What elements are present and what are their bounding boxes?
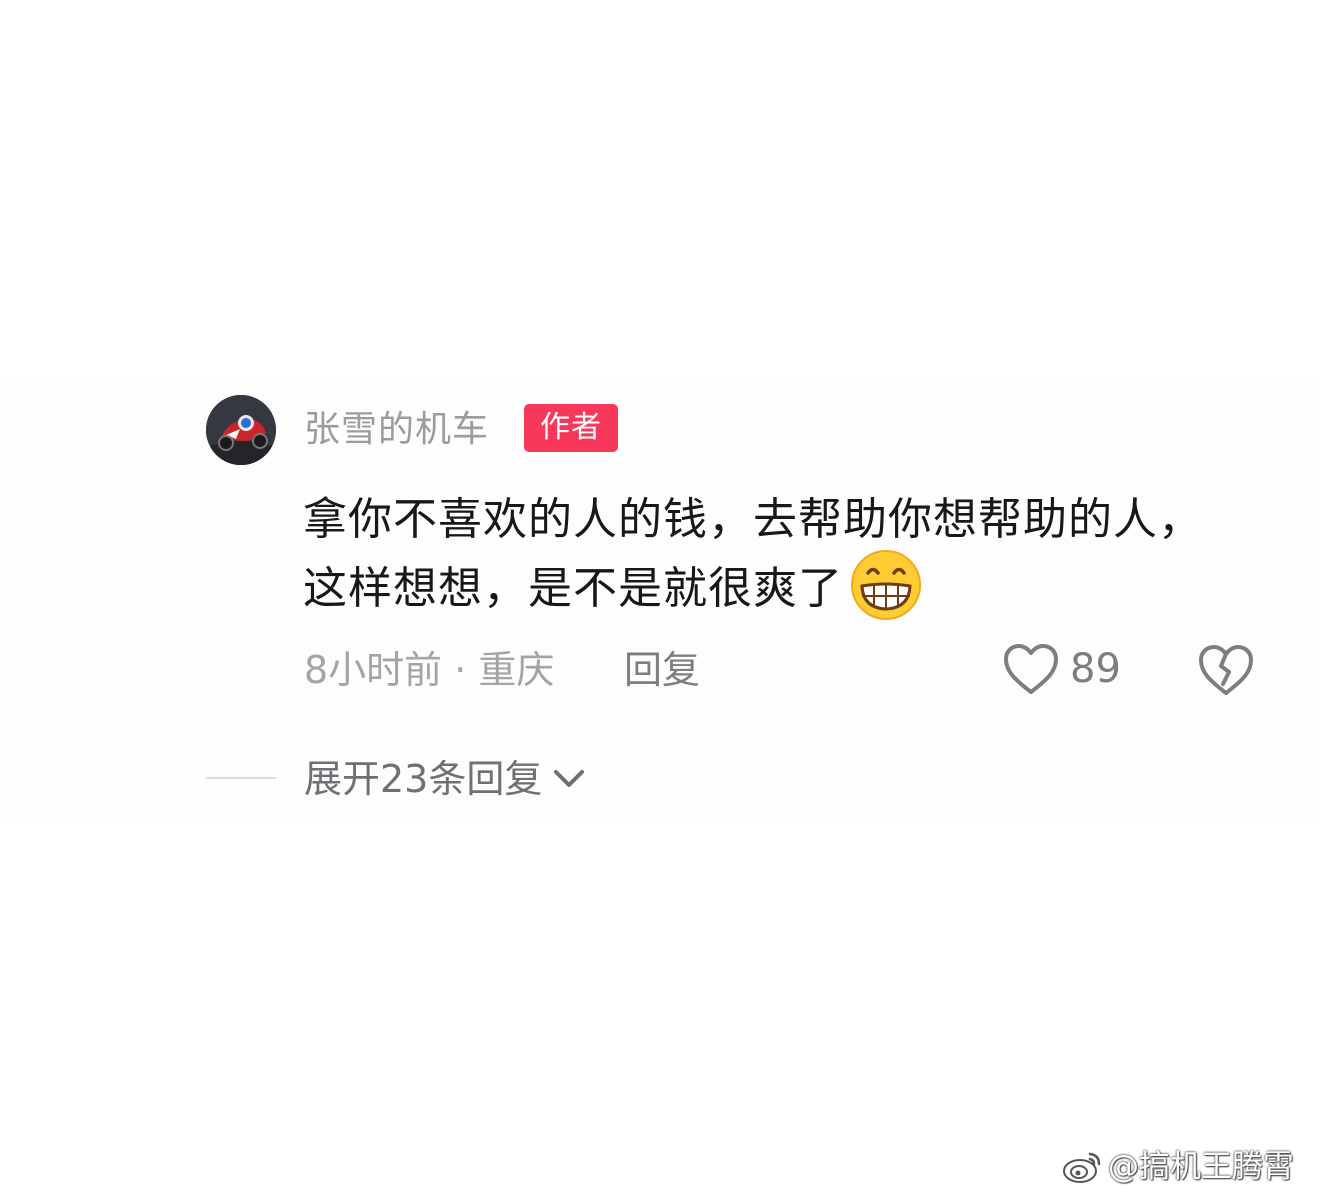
comment-text-line-2: 这样想想，是不是就很爽了 xyxy=(303,550,1283,628)
reply-button[interactable]: 回复 xyxy=(624,644,700,696)
watermark-text: @搞机王腾霄 xyxy=(1108,1149,1294,1185)
page: 张雪的机车 作者 拿你不喜欢的人的钱，去帮助你想帮助的人， 这样想想，是不是就很… xyxy=(0,0,1320,1197)
comment-username[interactable]: 张雪的机车 xyxy=(304,405,489,455)
user-avatar[interactable] xyxy=(206,395,276,465)
chevron-down-icon xyxy=(554,770,585,787)
watermark: @搞机王腾霄 xyxy=(1062,1146,1294,1188)
expand-replies-label: 展开23条回复 xyxy=(304,757,543,801)
dislike-button[interactable] xyxy=(1196,639,1256,699)
comment-text-line-1: 拿你不喜欢的人的钱，去帮助你想帮助的人， xyxy=(303,494,1203,545)
broken-heart-icon xyxy=(1199,645,1253,695)
grinning-face-emoji-icon xyxy=(851,550,921,620)
expand-divider-line xyxy=(206,777,276,779)
weibo-logo-icon xyxy=(1063,1152,1101,1183)
like-button[interactable]: 89 xyxy=(1002,639,1121,699)
comment-body: 拿你不喜欢的人的钱，去帮助你想帮助的人， 这样想想，是不是就很爽了 xyxy=(303,486,1283,628)
heart-outline-icon xyxy=(1004,644,1058,694)
comment-text-line-2-text: 这样想想，是不是就很爽了 xyxy=(303,563,843,614)
expand-replies-button[interactable]: 展开23条回复 xyxy=(304,752,586,806)
author-badge: 作者 xyxy=(524,404,618,452)
comment-meta: 8小时前 · 重庆 xyxy=(304,648,555,692)
motorcycle-avatar-image xyxy=(206,395,276,465)
like-count: 89 xyxy=(1070,646,1121,692)
